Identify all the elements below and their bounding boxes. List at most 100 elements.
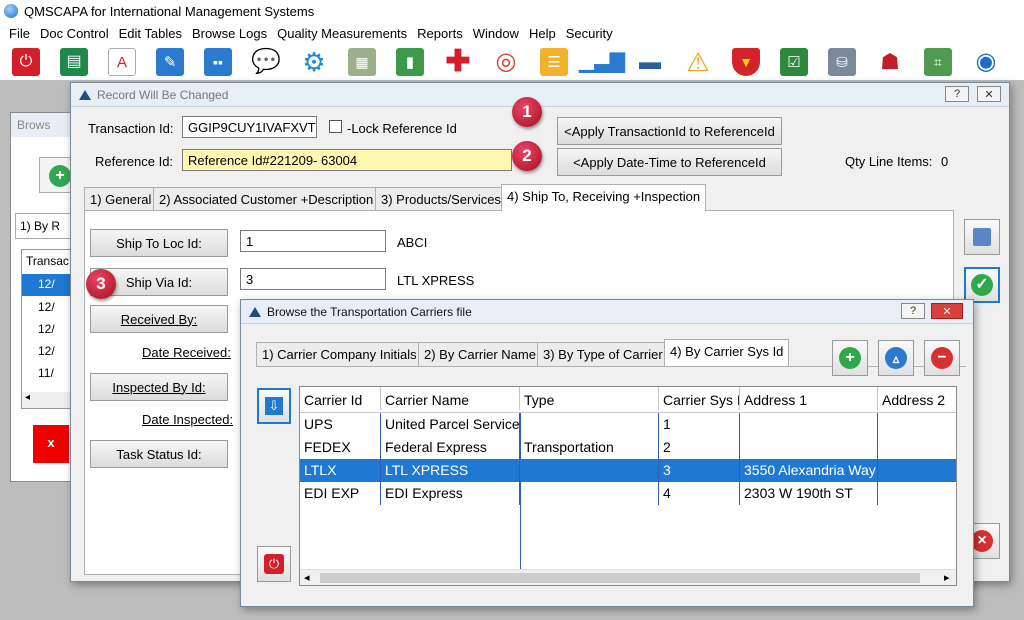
clipboard-chart-icon[interactable]: ⌗: [924, 48, 952, 76]
document-list-icon[interactable]: ▤: [60, 48, 88, 76]
red-cross-icon[interactable]: ✚: [444, 47, 472, 77]
menu-help[interactable]: Help: [524, 26, 561, 41]
tab-carrier-initials[interactable]: 1) Carrier Company Initials: [256, 342, 423, 366]
cell-address-1: [740, 436, 878, 459]
lock-reference-checkbox[interactable]: [329, 120, 342, 133]
cell-address-2: [878, 436, 956, 459]
table-row[interactable]: EDI EXP EDI Express 4 2303 W 190th ST: [300, 482, 956, 505]
ship-to-loc-field[interactable]: 1: [240, 230, 386, 252]
power-icon[interactable]: ⏻: [12, 48, 40, 76]
date-received-link[interactable]: Date Received:: [142, 345, 231, 360]
tab-carrier-sys-id[interactable]: 4) By Carrier Sys Id: [664, 339, 790, 366]
table-row[interactable]: 12/: [38, 344, 55, 358]
cell-carrier-name: Federal Express: [381, 436, 520, 459]
tab-products-services[interactable]: 3) Products/Services: [375, 187, 507, 211]
menu-doc-control[interactable]: Doc Control: [35, 26, 114, 41]
org-chart-icon[interactable]: ▪▪: [204, 48, 232, 76]
lifebuoy-icon[interactable]: ◎: [492, 48, 520, 76]
menu-reports[interactable]: Reports: [412, 26, 468, 41]
close-button[interactable]: ✕: [977, 86, 1001, 102]
help-button[interactable]: ?: [901, 303, 925, 319]
menu-window[interactable]: Window: [468, 26, 524, 41]
cell-address-2: [878, 413, 956, 436]
tab-general[interactable]: 1) General: [84, 187, 158, 211]
table-row[interactable]: FEDEX Federal Express Transportation 2: [300, 436, 956, 459]
inspected-by-button[interactable]: Inspected By Id:: [90, 373, 228, 401]
exit-button[interactable]: ⏻: [257, 546, 291, 582]
app-titlebar: QMSCAPA for International Management Sys…: [0, 0, 1024, 22]
table-row[interactable]: 12/: [38, 322, 55, 336]
cell-carrier-sys-id: 4: [659, 482, 740, 505]
help-button[interactable]: ?: [945, 86, 969, 102]
save-button[interactable]: [964, 219, 1000, 255]
table-row[interactable]: 12/: [38, 300, 55, 314]
checklist-icon[interactable]: ☑: [780, 48, 808, 76]
callout-badge-2: 2: [512, 141, 542, 171]
table-row-selected[interactable]: LTLX LTL XPRESS 3 3550 Alexandria Way: [300, 459, 956, 482]
table-row[interactable]: 11/: [38, 366, 54, 380]
globe-search-icon[interactable]: ◉: [972, 48, 1000, 76]
search-carrier-button[interactable]: ▵: [878, 340, 914, 376]
apply-transaction-id-button[interactable]: <Apply TransactionId to ReferenceId: [557, 117, 782, 145]
gear-icon[interactable]: ⚙: [300, 48, 328, 76]
bookmark-book-icon[interactable]: ▮: [396, 48, 424, 76]
tab-ship-to-receiving[interactable]: 4) Ship To, Receiving +Inspection: [501, 184, 707, 211]
apply-date-time-button[interactable]: <Apply Date-Time to ReferenceId: [557, 148, 782, 176]
column-header-carrier-id[interactable]: Carrier Id: [300, 387, 381, 410]
add-carrier-button[interactable]: +: [832, 340, 868, 376]
column-header-carrier-sys-id[interactable]: Carrier Sys Id: [659, 387, 740, 410]
tab-type-of-carrier[interactable]: 3) By Type of Carrier: [537, 342, 669, 366]
transaction-id-label: Transaction Id:: [88, 121, 174, 136]
close-button[interactable]: ✕: [931, 303, 963, 319]
grid-hscrollbar[interactable]: ◂ ▸: [300, 569, 956, 585]
bar-chart-icon[interactable]: ▁▃▇: [579, 48, 625, 76]
notepad-icon[interactable]: ☰: [540, 48, 568, 76]
ship-via-field[interactable]: 3: [240, 268, 386, 290]
calendar-icon[interactable]: ▦: [348, 48, 376, 76]
ok-button[interactable]: ✓: [964, 267, 1000, 303]
column-header-carrier-name[interactable]: Carrier Name: [381, 387, 520, 410]
tab-carrier-name[interactable]: 2) By Carrier Name: [418, 342, 542, 366]
qms-logo-icon: [79, 89, 91, 100]
tab-associated-customer[interactable]: 2) Associated Customer +Description: [153, 187, 380, 211]
transaction-id-field[interactable]: GGIP9CUY1IVAFXVT: [182, 116, 317, 138]
menu-security[interactable]: Security: [561, 26, 618, 41]
warning-icon[interactable]: ⚠: [684, 48, 712, 76]
chat-icon[interactable]: 💬: [251, 48, 281, 76]
select-down-button[interactable]: ⇩: [257, 388, 291, 424]
app-title: QMSCAPA for International Management Sys…: [24, 3, 315, 19]
remove-carrier-button[interactable]: −: [924, 340, 960, 376]
contact-card-icon[interactable]: ☗: [876, 48, 904, 76]
background-grid-header: Transac: [26, 254, 69, 268]
printer-icon[interactable]: ▬: [636, 48, 664, 76]
background-exit-button[interactable]: x: [33, 425, 69, 463]
menu-file[interactable]: File: [4, 26, 35, 41]
lock-reference-label: -Lock Reference Id: [347, 121, 457, 136]
task-status-button[interactable]: Task Status Id:: [90, 440, 228, 468]
menu-browse-logs[interactable]: Browse Logs: [187, 26, 272, 41]
cell-type: Transportation: [520, 436, 659, 459]
triangle-search-icon: ▵: [885, 347, 907, 369]
ship-to-loc-name: ABCI: [397, 235, 428, 250]
menu-quality-measurements[interactable]: Quality Measurements: [272, 26, 412, 41]
cell-carrier-name: LTL XPRESS: [381, 459, 520, 482]
table-row[interactable]: UPS United Parcel Services 1: [300, 413, 956, 436]
add-icon: +: [839, 347, 861, 369]
date-inspected-link[interactable]: Date Inspected:: [142, 412, 233, 427]
scroll-thumb[interactable]: [320, 573, 920, 583]
ship-to-loc-button[interactable]: Ship To Loc Id:: [90, 229, 228, 257]
database-icon[interactable]: ⛁: [828, 48, 856, 76]
reference-id-field[interactable]: Reference Id#221209- 63004: [182, 149, 512, 171]
scroll-right-icon[interactable]: ▸: [944, 571, 950, 584]
column-header-address-1[interactable]: Address 1: [740, 387, 878, 410]
pdf-icon[interactable]: A: [108, 48, 136, 76]
carriers-dialog-titlebar: Browse the Transportation Carriers file: [241, 300, 973, 324]
power-icon: ⏻: [264, 554, 284, 574]
column-header-address-2[interactable]: Address 2: [878, 387, 956, 410]
scroll-left-icon[interactable]: ◂: [304, 571, 310, 584]
menu-edit-tables[interactable]: Edit Tables: [114, 26, 187, 41]
received-by-button[interactable]: Received By:: [90, 305, 228, 333]
pencil-book-icon[interactable]: ✎: [156, 48, 184, 76]
shield-icon[interactable]: ▼: [732, 48, 760, 76]
column-header-type[interactable]: Type: [520, 387, 659, 410]
